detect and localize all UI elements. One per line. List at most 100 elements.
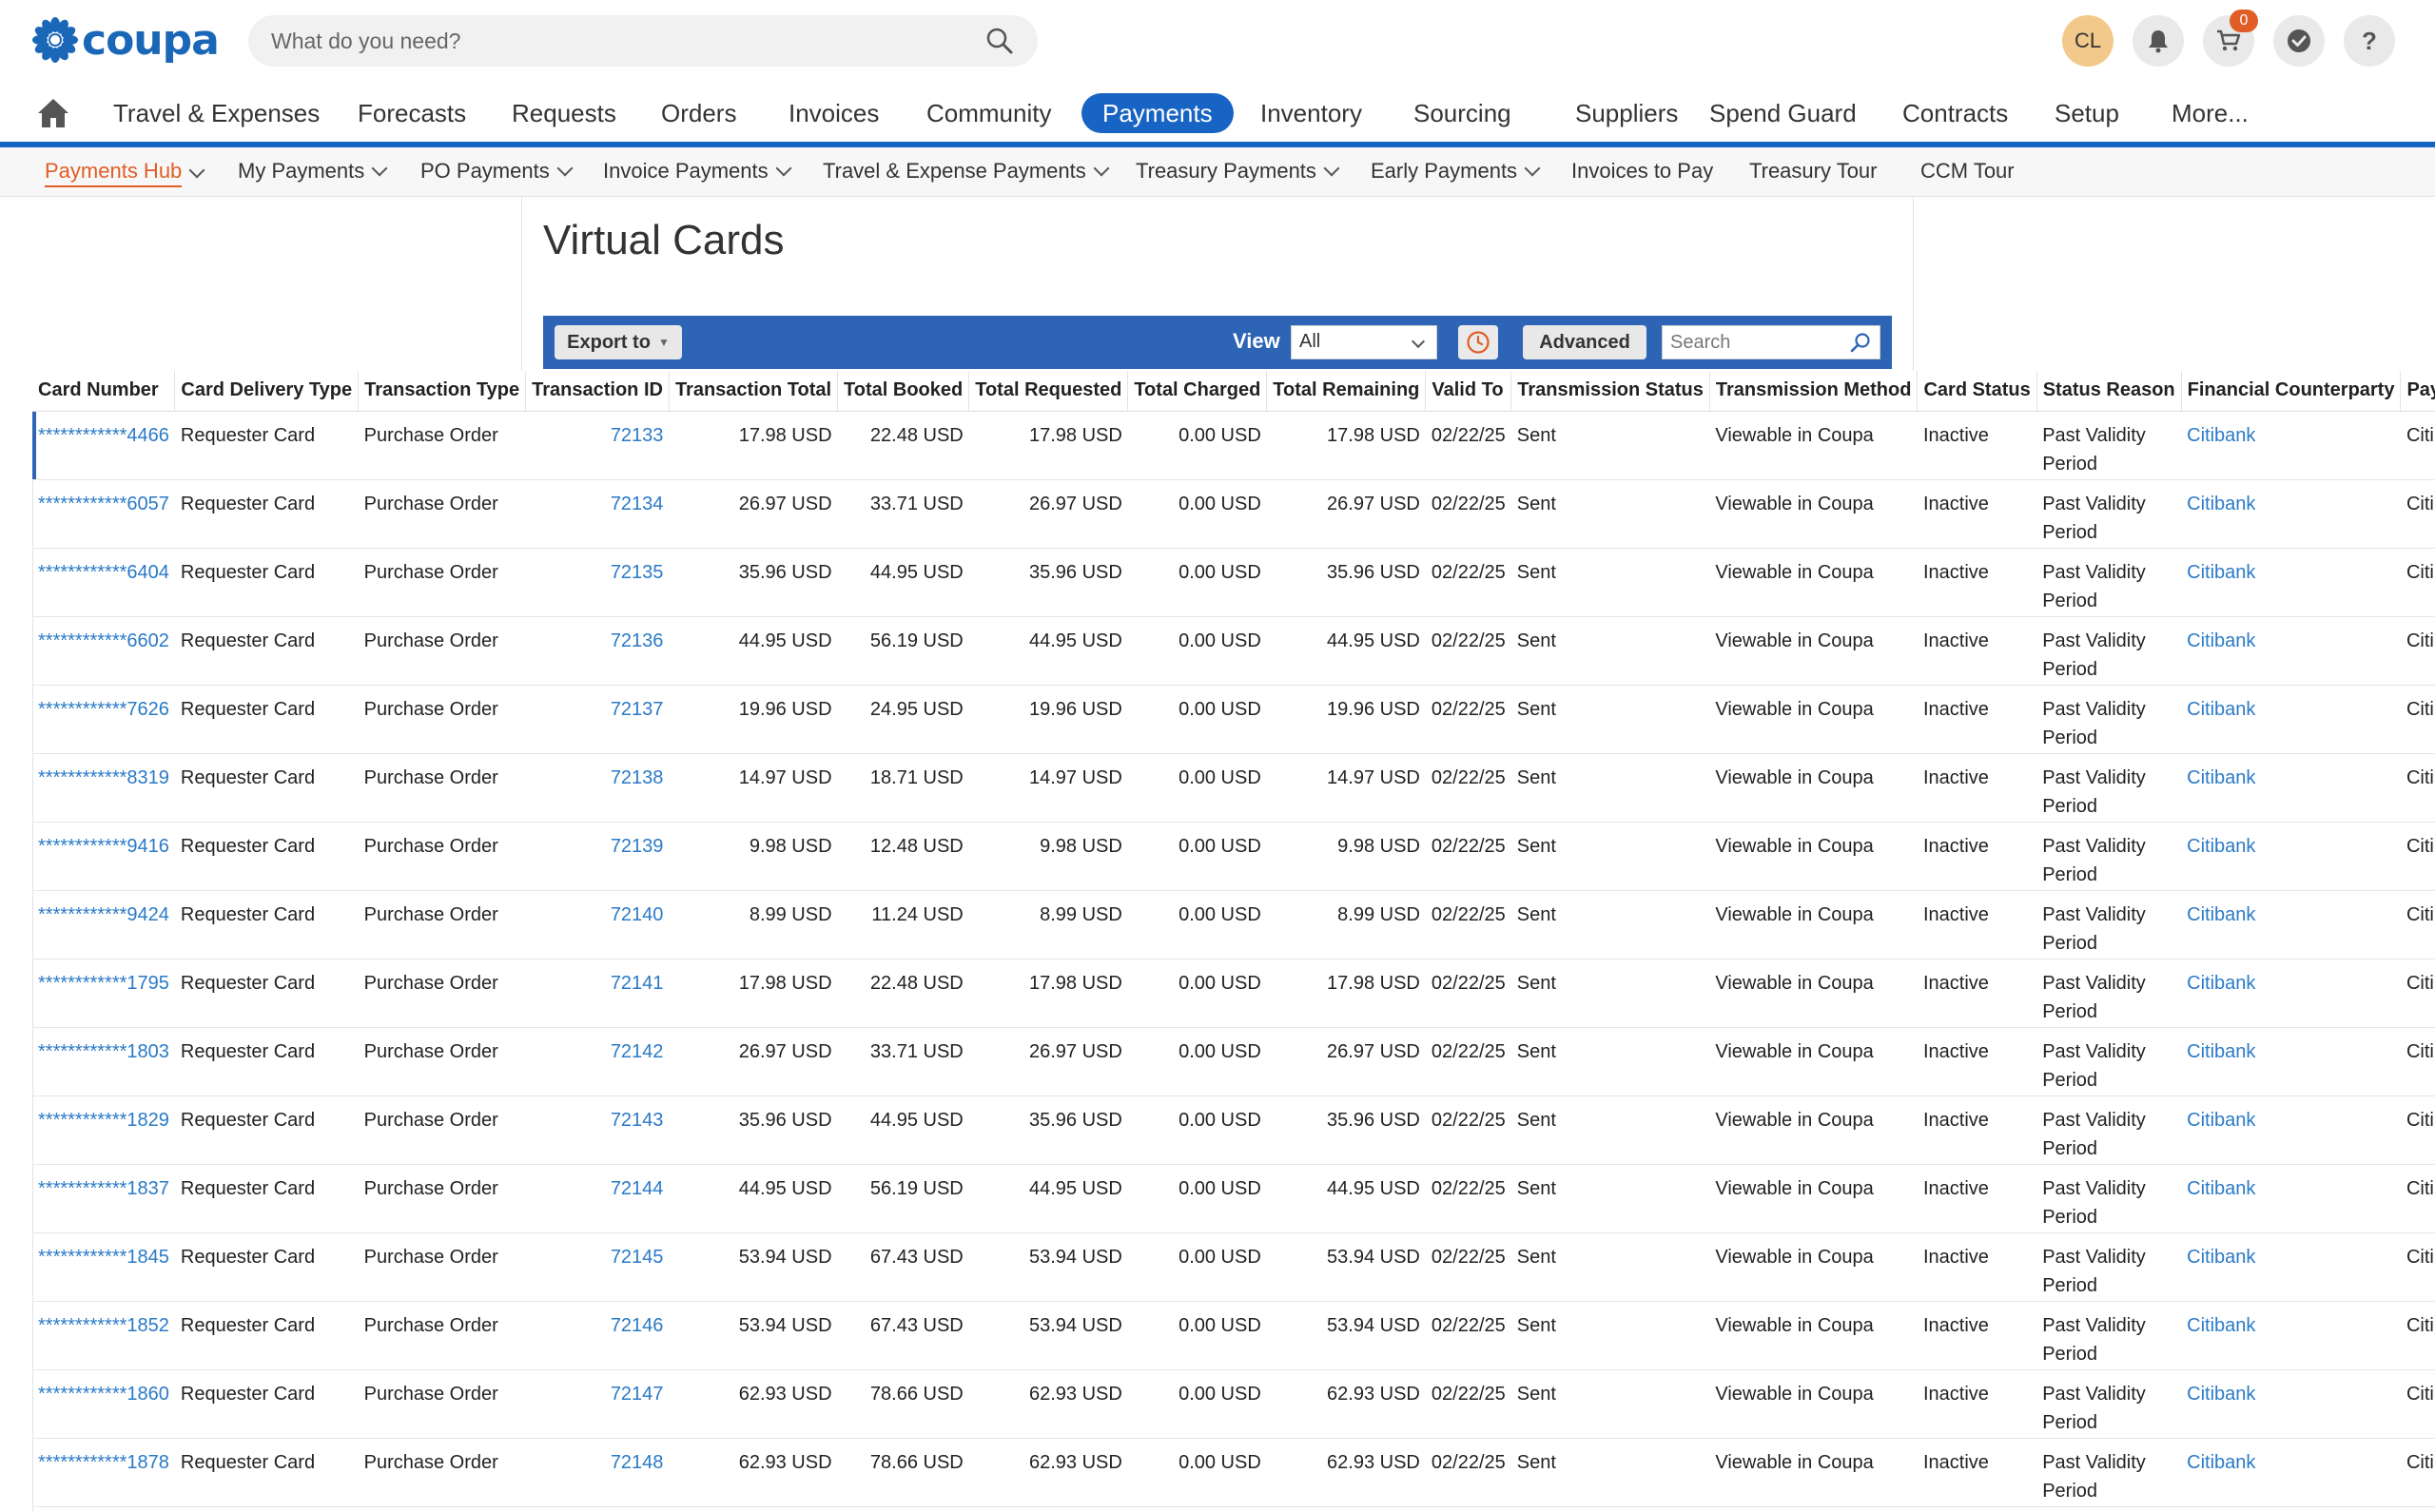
table-row[interactable]: ************1852 Requester Card Purchase O… bbox=[32, 1301, 2435, 1370]
column-header-transaction-total[interactable]: Transaction Total bbox=[669, 371, 839, 412]
column-header-card-number[interactable]: Card Number bbox=[32, 371, 176, 412]
column-header-card-status[interactable]: Card Status bbox=[1917, 371, 2037, 412]
nav-invoices[interactable]: Invoices bbox=[789, 93, 879, 133]
financial-counterparty-link[interactable]: Citibank bbox=[2187, 1315, 2255, 1336]
nav-spend-guard[interactable]: Spend Guard bbox=[1709, 93, 1857, 133]
card-number-link[interactable]: ************1878 bbox=[38, 1452, 169, 1473]
financial-counterparty-link[interactable]: Citibank bbox=[2187, 630, 2255, 651]
subnav-treasury-payments[interactable]: Treasury Payments bbox=[1136, 159, 1340, 184]
table-row[interactable]: ************1795 Requester Card Purchase O… bbox=[32, 959, 2435, 1028]
subnav-ccm-tour[interactable]: CCM Tour bbox=[1920, 159, 2015, 184]
card-number-link[interactable]: ************8319 bbox=[38, 767, 169, 788]
table-row[interactable]: ************1845 Requester Card Purchase O… bbox=[32, 1232, 2435, 1302]
column-header-payment-partner[interactable]: Payme bbox=[2400, 371, 2435, 412]
column-header-total-remaining[interactable]: Total Remaining bbox=[1266, 371, 1427, 412]
nav-payments[interactable]: Payments bbox=[1081, 93, 1234, 133]
approvals-button[interactable] bbox=[2273, 15, 2325, 67]
transaction-id-link[interactable]: 72143 bbox=[611, 1110, 664, 1131]
global-search-input[interactable] bbox=[271, 28, 984, 54]
nav-sourcing[interactable]: Sourcing bbox=[1413, 93, 1511, 133]
transaction-id-link[interactable]: 72142 bbox=[611, 1041, 664, 1062]
card-number-link[interactable]: ************1795 bbox=[38, 973, 169, 994]
nav-setup[interactable]: Setup bbox=[2055, 93, 2119, 133]
global-search[interactable] bbox=[248, 15, 1038, 67]
help-button[interactable]: ? bbox=[2344, 15, 2395, 67]
nav-orders[interactable]: Orders bbox=[661, 93, 736, 133]
subnav-treasury-tour[interactable]: Treasury Tour bbox=[1749, 159, 1878, 184]
column-header-financial-counterparty[interactable]: Financial Counterparty bbox=[2181, 371, 2402, 412]
financial-counterparty-link[interactable]: Citibank bbox=[2187, 1110, 2255, 1131]
transaction-id-link[interactable]: 72146 bbox=[611, 1315, 664, 1336]
cart-button[interactable]: 0 bbox=[2203, 10, 2258, 67]
nav-forecasts[interactable]: Forecasts bbox=[358, 93, 466, 133]
column-header-transaction-type[interactable]: Transaction Type bbox=[358, 371, 527, 412]
table-search[interactable] bbox=[1662, 325, 1880, 359]
card-number-link[interactable]: ************1860 bbox=[38, 1384, 169, 1405]
subnav-invoices-to-pay[interactable]: Invoices to Pay bbox=[1571, 159, 1713, 184]
nav-travel-expenses[interactable]: Travel & Expenses bbox=[113, 93, 320, 133]
table-row[interactable]: ************1803 Requester Card Purchase O… bbox=[32, 1027, 2435, 1096]
financial-counterparty-link[interactable]: Citibank bbox=[2187, 494, 2255, 514]
column-header-valid-to[interactable]: Valid To bbox=[1425, 371, 1512, 412]
nav-inventory[interactable]: Inventory bbox=[1260, 93, 1362, 133]
table-row[interactable]: ************1878 Requester Card Purchase O… bbox=[32, 1438, 2435, 1507]
transaction-id-link[interactable]: 72144 bbox=[611, 1178, 664, 1199]
transaction-id-link[interactable]: 72145 bbox=[611, 1247, 664, 1268]
transaction-id-link[interactable]: 72140 bbox=[611, 904, 664, 925]
table-row[interactable]: ************1860 Requester Card Purchase O… bbox=[32, 1369, 2435, 1439]
financial-counterparty-link[interactable]: Citibank bbox=[2187, 1384, 2255, 1405]
column-header-transaction-id[interactable]: Transaction ID bbox=[525, 371, 670, 412]
table-row[interactable]: ************9424 Requester Card Purchase O… bbox=[32, 890, 2435, 960]
subnav-payments-hub[interactable]: Payments Hub bbox=[45, 159, 205, 187]
table-row[interactable]: ************6404 Requester Card Purchase O… bbox=[32, 548, 2435, 617]
column-header-status-reason[interactable]: Status Reason bbox=[2036, 371, 2182, 412]
transaction-id-link[interactable]: 72141 bbox=[611, 973, 664, 994]
transaction-id-link[interactable]: 72134 bbox=[611, 494, 664, 514]
card-number-link[interactable]: ************1803 bbox=[38, 1041, 169, 1062]
table-search-input[interactable] bbox=[1670, 331, 1849, 354]
subnav-my-payments[interactable]: My Payments bbox=[238, 159, 388, 184]
table-row[interactable]: ************8319 Requester Card Purchase O… bbox=[32, 753, 2435, 823]
nav-community[interactable]: Community bbox=[926, 93, 1051, 133]
financial-counterparty-link[interactable]: Citibank bbox=[2187, 1178, 2255, 1199]
subnav-po-payments[interactable]: PO Payments bbox=[420, 159, 574, 184]
financial-counterparty-link[interactable]: Citibank bbox=[2187, 562, 2255, 583]
card-number-link[interactable]: ************9424 bbox=[38, 904, 169, 925]
transaction-id-link[interactable]: 72138 bbox=[611, 767, 664, 788]
notifications-button[interactable] bbox=[2133, 15, 2184, 67]
card-number-link[interactable]: ************6404 bbox=[38, 562, 169, 583]
transaction-id-link[interactable]: 72137 bbox=[611, 699, 664, 720]
card-number-link[interactable]: ************1845 bbox=[38, 1247, 169, 1268]
nav-contracts[interactable]: Contracts bbox=[1902, 93, 2008, 133]
user-avatar[interactable]: CL bbox=[2062, 15, 2114, 67]
financial-counterparty-link[interactable]: Citibank bbox=[2187, 767, 2255, 788]
nav-suppliers[interactable]: Suppliers bbox=[1575, 93, 1678, 133]
financial-counterparty-link[interactable]: Citibank bbox=[2187, 973, 2255, 994]
transaction-id-link[interactable]: 72147 bbox=[611, 1384, 664, 1405]
subnav-travel-expense-payments[interactable]: Travel & Expense Payments bbox=[823, 159, 1110, 184]
column-header-transmission-status[interactable]: Transmission Status bbox=[1510, 371, 1710, 412]
card-number-link[interactable]: ************9416 bbox=[38, 836, 169, 857]
view-select[interactable]: All bbox=[1291, 325, 1437, 359]
financial-counterparty-link[interactable]: Citibank bbox=[2187, 699, 2255, 720]
transaction-id-link[interactable]: 72136 bbox=[611, 630, 664, 651]
column-header-card-delivery-type[interactable]: Card Delivery Type bbox=[174, 371, 360, 412]
financial-counterparty-link[interactable]: Citibank bbox=[2187, 904, 2255, 925]
card-number-link[interactable]: ************1837 bbox=[38, 1178, 169, 1199]
advanced-button[interactable]: Advanced bbox=[1523, 325, 1646, 359]
transaction-id-link[interactable]: 72139 bbox=[611, 836, 664, 857]
subnav-invoice-payments[interactable]: Invoice Payments bbox=[603, 159, 792, 184]
card-number-link[interactable]: ************1852 bbox=[38, 1315, 169, 1336]
financial-counterparty-link[interactable]: Citibank bbox=[2187, 425, 2255, 446]
table-row[interactable]: ************4466 Requester Card Purchase O… bbox=[32, 411, 2435, 480]
financial-counterparty-link[interactable]: Citibank bbox=[2187, 1041, 2255, 1062]
transaction-id-link[interactable]: 72135 bbox=[611, 562, 664, 583]
financial-counterparty-link[interactable]: Citibank bbox=[2187, 1452, 2255, 1473]
card-number-link[interactable]: ************1829 bbox=[38, 1110, 169, 1131]
financial-counterparty-link[interactable]: Citibank bbox=[2187, 836, 2255, 857]
home-icon[interactable] bbox=[36, 97, 70, 129]
table-row[interactable]: ************6057 Requester Card Purchase O… bbox=[32, 479, 2435, 549]
table-row[interactable]: ************6602 Requester Card Purchase O… bbox=[32, 616, 2435, 686]
transaction-id-link[interactable]: 72148 bbox=[611, 1452, 664, 1473]
card-number-link[interactable]: ************6057 bbox=[38, 494, 169, 514]
